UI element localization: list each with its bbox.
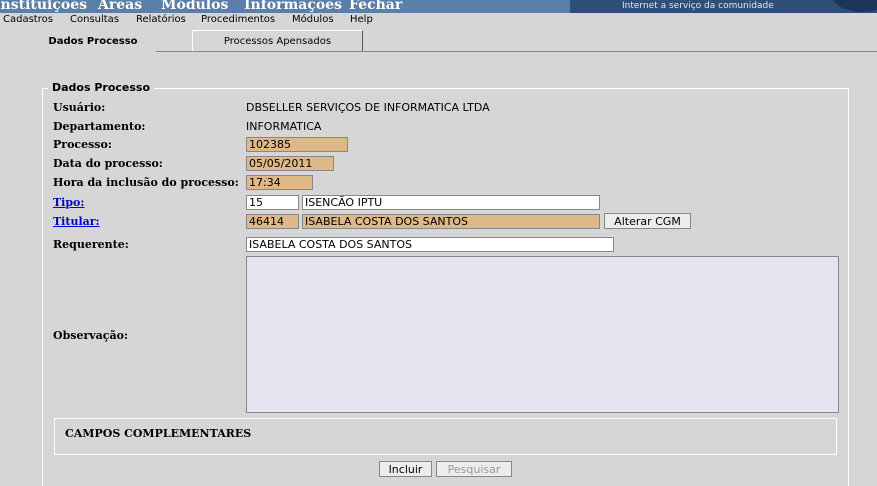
tipo-description-field[interactable]: ISENCÃO IPTU — [302, 195, 600, 210]
departamento-value: INFORMATICA — [246, 120, 322, 133]
tab-processos-apensados[interactable]: Processos Apensados — [192, 30, 363, 52]
menu-informacoes[interactable]: Informações — [244, 0, 342, 13]
incluir-button[interactable]: Incluir — [379, 461, 432, 477]
top-menu-bar: Instituições Áreas Módulos Informações F… — [0, 0, 877, 13]
banner-slogan: Internet a serviço da comunidade — [622, 1, 774, 11]
hora-inclusao-label: Hora da inclusão do processo: — [53, 176, 239, 189]
hora-inclusao-field[interactable]: 17:34 — [246, 175, 313, 190]
menu-fechar[interactable]: Fechar — [349, 0, 402, 13]
submenu-help[interactable]: Help — [350, 14, 373, 25]
menu-areas[interactable]: Áreas — [98, 0, 142, 13]
data-processo-field[interactable]: 05/05/2011 — [246, 156, 334, 171]
tipo-code-field[interactable]: 15 — [246, 195, 299, 210]
data-processo-label: Data do processo: — [53, 157, 163, 170]
submenu-consultas[interactable]: Consultas — [70, 14, 119, 25]
menu-modulos[interactable]: Módulos — [161, 0, 228, 13]
submenu-relatorios[interactable]: Relatórios — [136, 14, 186, 25]
titular-name-field[interactable]: ISABELA COSTA DOS SANTOS — [302, 214, 600, 229]
requerente-label: Requerente: — [53, 238, 129, 251]
processo-label: Processo: — [53, 138, 112, 151]
alterar-cgm-button[interactable]: Alterar CGM — [604, 213, 691, 229]
sub-menu-bar: Cadastros Consultas Relatórios Procedime… — [0, 13, 877, 29]
submenu-cadastros[interactable]: Cadastros — [3, 14, 53, 25]
observacao-label: Observação: — [53, 329, 129, 342]
usuario-value: DBSELLER SERVIÇOS DE INFORMATICA LTDA — [246, 101, 490, 114]
tab-dados-processo[interactable]: Dados Processo — [30, 30, 156, 52]
menu-instituicoes[interactable]: Instituições — [0, 0, 87, 13]
departamento-label: Departamento: — [53, 120, 146, 133]
submenu-modulos[interactable]: Módulos — [292, 14, 334, 25]
pesquisar-button[interactable]: Pesquisar — [436, 461, 512, 477]
titular-link[interactable]: Titular: — [53, 215, 100, 228]
processo-field[interactable]: 102385 — [246, 137, 348, 152]
usuario-label: Usuário: — [53, 101, 106, 114]
campos-complementares-title: CAMPOS COMPLEMENTARES — [65, 427, 252, 440]
submenu-procedimentos[interactable]: Procedimentos — [201, 14, 275, 25]
fieldset-legend: Dados Processo — [48, 81, 155, 94]
observacao-textarea[interactable] — [246, 256, 839, 413]
tab-divider — [156, 51, 877, 52]
requerente-field[interactable]: ISABELA COSTA DOS SANTOS — [246, 237, 614, 252]
titular-code-field[interactable]: 46414 — [246, 214, 299, 229]
tipo-link[interactable]: Tipo: — [53, 196, 84, 209]
